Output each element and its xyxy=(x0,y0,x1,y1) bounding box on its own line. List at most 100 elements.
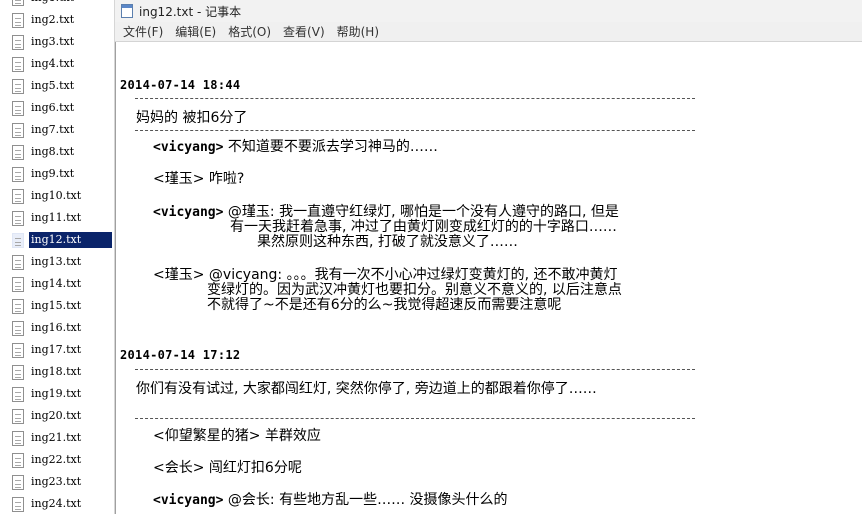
file-name: ing1.txt xyxy=(29,0,112,6)
text-file-icon xyxy=(12,122,24,138)
file-name: ing12.txt xyxy=(29,232,112,248)
entry-date: 2014-07-14 17:12 xyxy=(120,348,241,362)
reply-text: 咋啦? xyxy=(208,171,245,187)
entry-date: 2014-07-14 18:44 xyxy=(120,78,241,92)
file-list-item[interactable]: ing10.txt xyxy=(6,186,112,206)
file-list-item[interactable]: ing15.txt xyxy=(6,296,112,316)
text-file-icon xyxy=(12,232,24,248)
file-list-item[interactable]: ing17.txt xyxy=(6,340,112,360)
reply-text: @瑾玉: 我一直遵守红绿灯, 哪怕是一个没有人遵守的路口, 但是 xyxy=(227,204,619,220)
file-list-item[interactable]: ing2.txt xyxy=(6,10,112,30)
reply-text: @会长: 有些地方乱一些…… 没摄像头什么的 xyxy=(227,492,508,508)
menu-view[interactable]: 查看(V) xyxy=(277,23,331,40)
text-file-icon xyxy=(12,386,24,402)
file-name: ing11.txt xyxy=(31,211,82,224)
reply: <vicyang> @会长: 有些地方乱一些…… 没摄像头什么的 xyxy=(153,492,508,509)
text-file-icon xyxy=(12,342,24,358)
file-list-item[interactable]: ing13.txt xyxy=(6,252,112,272)
file-name: ing20.txt xyxy=(31,409,82,422)
file-name: ing6.txt xyxy=(31,101,75,114)
text-edit-area[interactable]: 2014-07-14 18:44 妈妈的 被扣6分了 <vicyang> 不知道… xyxy=(115,42,862,514)
file-list-item[interactable]: ing24.txt xyxy=(6,494,112,514)
file-list-item[interactable]: ing12.txt xyxy=(6,230,112,250)
file-list-item[interactable]: ing22.txt xyxy=(6,450,112,470)
file-name: ing16.txt xyxy=(31,321,82,334)
reply-text: 羊群效应 xyxy=(264,428,321,444)
file-list-item[interactable]: ing7.txt xyxy=(6,120,112,140)
file-name: ing7.txt xyxy=(31,123,75,136)
file-name: ing17.txt xyxy=(31,343,82,356)
text-file-icon xyxy=(12,474,24,490)
text-file-icon xyxy=(12,166,24,182)
menu-bar: 文件(F) 编辑(E) 格式(O) 查看(V) 帮助(H) xyxy=(115,22,862,42)
text-file-icon xyxy=(12,364,24,380)
window-title: ing12.txt - 记事本 xyxy=(139,4,242,19)
file-list-item[interactable]: ing11.txt xyxy=(6,208,112,228)
text-file-icon xyxy=(12,12,24,28)
text-file-icon xyxy=(12,254,24,270)
text-file-icon xyxy=(12,34,24,50)
file-name: ing15.txt xyxy=(31,299,82,312)
file-list-item[interactable]: ing18.txt xyxy=(6,362,112,382)
reply: <vicyang> 不知道要不要派去学习神马的…… xyxy=(153,140,438,156)
file-list-item[interactable]: ing23.txt xyxy=(6,472,112,492)
reply-author: <仰望繁星的猪> xyxy=(153,428,261,444)
reply-author: <会长> xyxy=(153,460,205,476)
divider xyxy=(135,369,695,370)
file-list-item[interactable]: ing20.txt xyxy=(6,406,112,426)
file-name: ing4.txt xyxy=(31,57,75,70)
reply: <vicyang> @瑾玉: 我一直遵守红绿灯, 哪怕是一个没有人遵守的路口, … xyxy=(153,205,619,250)
file-list-item[interactable]: ing1.txt xyxy=(6,0,112,8)
menu-edit[interactable]: 编辑(E) xyxy=(169,23,222,40)
text-file-icon xyxy=(12,144,24,160)
file-name: ing13.txt xyxy=(31,255,82,268)
reply: <会长> 闯红灯扣6分呢 xyxy=(153,461,302,476)
notepad-window: ing12.txt - 记事本 文件(F) 编辑(E) 格式(O) 查看(V) … xyxy=(115,0,862,514)
file-name: ing23.txt xyxy=(31,475,82,488)
reply-text: 不就得了~不是还有6分的么~我觉得超速反而需要注意呢 xyxy=(207,297,562,313)
file-list-item[interactable]: ing19.txt xyxy=(6,384,112,404)
text-file-icon xyxy=(12,496,24,512)
reply-text: 闯红灯扣6分呢 xyxy=(208,460,302,476)
text-file-icon xyxy=(12,276,24,292)
reply: <仰望繁星的猪> 羊群效应 xyxy=(153,429,321,444)
title-bar[interactable]: ing12.txt - 记事本 xyxy=(115,0,862,22)
file-list-item[interactable]: ing14.txt xyxy=(6,274,112,294)
divider xyxy=(135,418,695,419)
text-file-icon xyxy=(12,452,24,468)
file-name: ing14.txt xyxy=(31,277,82,290)
file-list-item[interactable]: ing9.txt xyxy=(6,164,112,184)
reply-author: <瑾玉> xyxy=(153,267,205,283)
reply-text: 变绿灯的。因为武汉冲黄灯也要扣分。别意义不意义的, 以后注意点 xyxy=(207,282,622,298)
file-list-item[interactable]: ing5.txt xyxy=(6,76,112,96)
divider xyxy=(135,98,695,99)
text-file-icon xyxy=(12,298,24,314)
file-name: ing9.txt xyxy=(31,167,75,180)
file-name: ing10.txt xyxy=(31,189,82,202)
entry-post: 你们有没有试过, 大家都闯红灯, 突然你停了, 旁边道上的都跟着你停了…… xyxy=(136,381,597,397)
file-list-item[interactable]: ing6.txt xyxy=(6,98,112,118)
text-file-icon xyxy=(12,320,24,336)
text-file-icon xyxy=(12,78,24,94)
file-name: ing18.txt xyxy=(31,365,82,378)
file-list-panel[interactable]: ing1.txt ing2.txt ing3.txt ing4.txt ing5.txt… xyxy=(0,0,115,514)
reply-author: <vicyang> xyxy=(153,493,224,508)
divider xyxy=(135,130,695,131)
menu-file[interactable]: 文件(F) xyxy=(117,23,169,40)
file-list-item[interactable]: ing16.txt xyxy=(6,318,112,338)
file-list-item[interactable]: ing21.txt xyxy=(6,428,112,448)
menu-format[interactable]: 格式(O) xyxy=(222,23,277,40)
reply-text: 有一天我赶着急事, 冲过了由黄灯刚变成红灯的的十字路口…… xyxy=(230,219,617,235)
file-list-item[interactable]: ing4.txt xyxy=(6,54,112,74)
reply-author: <vicyang> xyxy=(153,140,224,155)
notepad-icon xyxy=(121,4,133,18)
menu-help[interactable]: 帮助(H) xyxy=(331,23,385,40)
file-list-item[interactable]: ing8.txt xyxy=(6,142,112,162)
reply-author: <vicyang> xyxy=(153,205,224,220)
file-name: ing19.txt xyxy=(31,387,82,400)
text-file-icon xyxy=(12,210,24,226)
file-list-item[interactable]: ing3.txt xyxy=(6,32,112,52)
file-name: ing24.txt xyxy=(31,497,82,510)
file-name: ing3.txt xyxy=(31,35,75,48)
file-name: ing5.txt xyxy=(31,79,75,92)
